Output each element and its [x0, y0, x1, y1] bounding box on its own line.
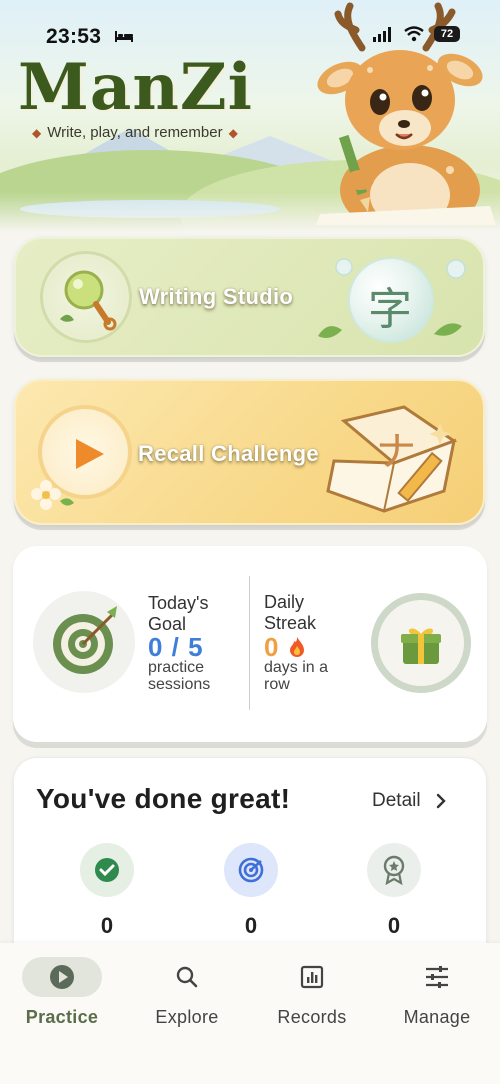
streak-subtitle: days in a row: [264, 659, 329, 693]
cellular-signal-icon: [373, 27, 391, 42]
goal-subtitle: practice sessions: [148, 659, 211, 693]
play-circle-icon: [50, 965, 74, 989]
gift-icon: [401, 628, 441, 664]
completed-metric-value: 0: [100, 913, 114, 938]
detail-link[interactable]: Detail: [372, 790, 447, 812]
nav-icon-holder: [147, 957, 227, 997]
bed-icon: [115, 31, 133, 42]
writing-studio-card[interactable]: Writing Studio 字: [14, 237, 485, 357]
summary-title: You've done great!: [36, 783, 291, 814]
tagline-text: Write, play, and remember: [47, 124, 223, 141]
daily-stats-card: Today's Goal 0 / 5 practice sessions Dai…: [13, 546, 487, 742]
flower-decoration-icon: [31, 480, 74, 510]
nav-icon-holder: [272, 957, 352, 997]
accuracy-metric-icon: [224, 843, 278, 897]
leaf-decoration-icon: [318, 323, 462, 338]
badge-metric-icon: [367, 843, 421, 897]
nav-label-records: Records: [277, 1007, 347, 1027]
badge-metric-value: 0: [387, 913, 401, 938]
tagline-ornament-icon: ◆: [32, 125, 42, 140]
battery-indicator: 72: [434, 26, 460, 42]
nav-item-records[interactable]: Records: [252, 957, 372, 1028]
goal-title: Today's Goal: [148, 593, 209, 634]
chevron-right-icon: [436, 793, 446, 809]
status-time: 23:53: [46, 25, 102, 48]
nav-active-indicator: [22, 957, 102, 997]
status-indicators: 72: [372, 26, 460, 42]
target-icon: [53, 606, 117, 674]
completed-metric-icon: [80, 843, 134, 897]
wifi-icon: [404, 26, 424, 42]
flame-icon: [289, 637, 304, 657]
nav-item-practice[interactable]: Practice: [2, 957, 122, 1028]
radar-icon: [238, 857, 264, 883]
accuracy-metric-value: 0: [244, 913, 258, 938]
tagline: ◆ Write, play, and remember ◆: [32, 124, 238, 141]
streak-title: Daily Streak: [264, 592, 317, 633]
nav-label-practice: Practice: [25, 1007, 99, 1027]
nav-label-explore: Explore: [155, 1007, 219, 1027]
nav-label-manage: Manage: [403, 1007, 471, 1027]
recall-glyph: ナ: [376, 429, 416, 475]
recall-challenge-title: Recall Challenge: [138, 441, 319, 466]
nav-item-explore[interactable]: Explore: [127, 957, 247, 1028]
tagline-ornament-icon: ◆: [228, 125, 238, 140]
award-ribbon-icon: [383, 855, 405, 885]
detail-label: Detail: [372, 790, 421, 811]
stats-divider: [249, 576, 250, 710]
streak-number: 0: [264, 632, 279, 662]
sliders-icon: [426, 966, 448, 988]
bar-chart-icon: [300, 965, 324, 989]
magnifier-icon: [60, 270, 117, 331]
search-icon: [176, 966, 198, 988]
bottom-navigation: Practice Explore Records Manage: [0, 943, 500, 1084]
nav-item-manage[interactable]: Manage: [377, 957, 497, 1028]
bubble-decoration-icon: [335, 258, 466, 279]
nav-icon-holder: [397, 957, 477, 997]
play-icon: [76, 439, 104, 469]
writing-studio-title: Writing Studio: [139, 284, 294, 309]
app-logo: ManZi: [18, 50, 253, 125]
recall-challenge-card[interactable]: Recall Challenge ナ: [14, 379, 485, 525]
check-circle-icon: [95, 858, 119, 882]
